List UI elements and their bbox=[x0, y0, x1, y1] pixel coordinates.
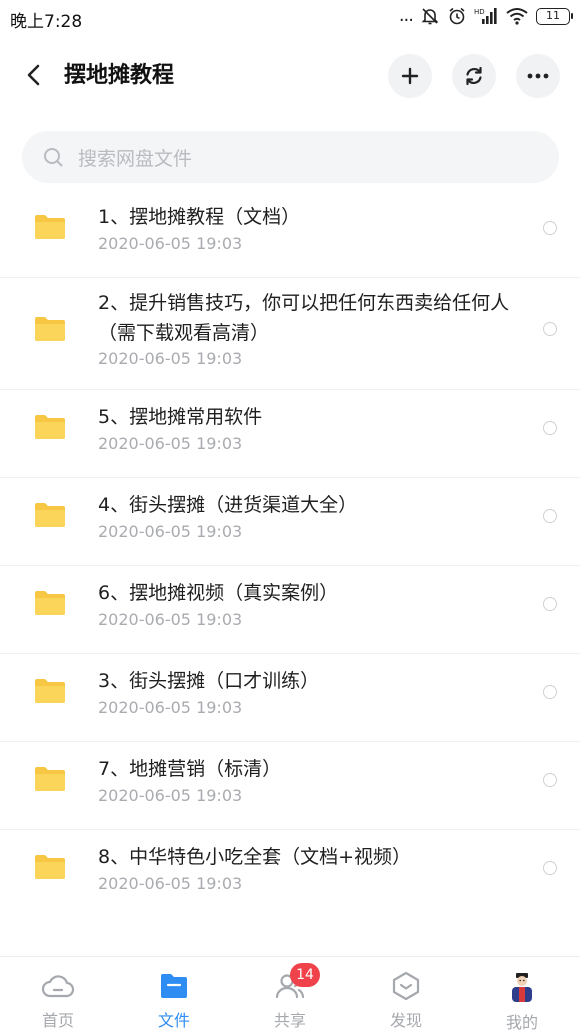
file-list: 1、摆地摊教程（文档） 2020-06-05 19:03 2、提升销售技巧，你可… bbox=[0, 190, 580, 918]
file-name: 4、街头摆摊（进货渠道大全） bbox=[98, 494, 358, 516]
file-name: 8、中华特色小吃全套（文档+视频） bbox=[98, 846, 412, 868]
file-name: 1、摆地摊教程（文档） bbox=[98, 206, 301, 228]
discover-icon bbox=[389, 971, 423, 1001]
select-radio[interactable] bbox=[543, 597, 557, 611]
folder-icon bbox=[35, 503, 65, 527]
signal-icon: HD bbox=[474, 8, 497, 24]
list-item[interactable]: 7、地摊营销（标清） 2020-06-05 19:03 bbox=[0, 742, 580, 830]
select-radio[interactable] bbox=[543, 773, 557, 787]
file-name: 5、摆地摊常用软件 bbox=[98, 406, 263, 428]
select-radio[interactable] bbox=[543, 421, 557, 435]
file-date: 2020-06-05 19:03 bbox=[98, 610, 243, 629]
list-item[interactable]: 6、摆地摊视频（真实案例） 2020-06-05 19:03 bbox=[0, 566, 580, 654]
file-name: 3、街头摆摊（口才训练） bbox=[98, 670, 320, 692]
folder-icon bbox=[35, 591, 65, 615]
tab-mine[interactable]: 我的 bbox=[464, 957, 580, 1031]
page-title: 摆地摊教程 bbox=[64, 63, 175, 88]
more-dots-icon: ... bbox=[398, 5, 414, 26]
list-item[interactable]: 2、提升销售技巧，你可以把任何东西卖给任何人（需下载观看高清） 2020-06-… bbox=[0, 278, 580, 390]
tab-label: 文件 bbox=[157, 1011, 190, 1030]
folder-icon bbox=[35, 215, 65, 239]
add-button[interactable] bbox=[388, 54, 432, 98]
plus-icon bbox=[401, 67, 419, 85]
list-item[interactable]: 3、街头摆摊（口才训练） 2020-06-05 19:03 bbox=[0, 654, 580, 742]
more-icon bbox=[527, 73, 549, 79]
back-arrow-icon bbox=[27, 64, 40, 86]
list-item[interactable]: 4、街头摆摊（进货渠道大全） 2020-06-05 19:03 bbox=[0, 478, 580, 566]
svg-text:HD: HD bbox=[474, 8, 485, 16]
folder-icon bbox=[35, 317, 65, 341]
file-date: 2020-06-05 19:03 bbox=[98, 522, 243, 541]
status-time: 晚上7:28 bbox=[10, 12, 83, 32]
status-bar: 晚上7:28 ... HD 11 bbox=[0, 0, 580, 40]
folder-icon bbox=[35, 767, 65, 791]
avatar bbox=[505, 971, 539, 1003]
alarm-icon bbox=[449, 7, 465, 25]
file-name: 2、提升销售技巧，你可以把任何东西卖给任何人（需下载观看高清） bbox=[98, 292, 510, 344]
search-bar[interactable]: 搜索网盘文件 bbox=[22, 131, 559, 183]
refresh-button[interactable] bbox=[452, 54, 496, 98]
tab-discover[interactable]: 发现 bbox=[348, 957, 464, 1031]
refresh-icon bbox=[466, 66, 482, 86]
tab-label: 共享 bbox=[273, 1011, 306, 1030]
select-radio[interactable] bbox=[543, 322, 557, 336]
select-radio[interactable] bbox=[543, 685, 557, 699]
battery-icon: 11 bbox=[536, 7, 573, 25]
folder-icon bbox=[35, 855, 65, 879]
mute-icon bbox=[421, 8, 439, 25]
back-button[interactable] bbox=[20, 60, 50, 90]
file-name: 6、摆地摊视频（真实案例） bbox=[98, 582, 339, 604]
folder-icon bbox=[157, 971, 191, 1001]
status-icons: ... HD 11 bbox=[398, 5, 573, 26]
folder-icon bbox=[35, 415, 65, 439]
list-item[interactable]: 5、摆地摊常用软件 2020-06-05 19:03 bbox=[0, 390, 580, 478]
wifi-icon bbox=[506, 8, 528, 25]
header: 摆地摊教程 bbox=[0, 40, 580, 112]
tab-home[interactable]: 首页 bbox=[0, 957, 116, 1031]
tab-label: 首页 bbox=[41, 1011, 74, 1030]
file-date: 2020-06-05 19:03 bbox=[98, 874, 243, 893]
search-input[interactable]: 搜索网盘文件 bbox=[78, 144, 192, 171]
file-name: 7、地摊营销（标清） bbox=[98, 758, 282, 780]
notification-badge: 14 bbox=[290, 963, 320, 987]
file-date: 2020-06-05 19:03 bbox=[98, 434, 243, 453]
file-date: 2020-06-05 19:03 bbox=[98, 786, 243, 805]
list-item[interactable]: 1、摆地摊教程（文档） 2020-06-05 19:03 bbox=[0, 190, 580, 278]
list-item[interactable]: 8、中华特色小吃全套（文档+视频） 2020-06-05 19:03 bbox=[0, 830, 580, 918]
select-radio[interactable] bbox=[543, 861, 557, 875]
search-icon bbox=[44, 148, 63, 167]
more-button[interactable] bbox=[516, 54, 560, 98]
select-radio[interactable] bbox=[543, 221, 557, 235]
file-date: 2020-06-05 19:03 bbox=[98, 234, 243, 253]
tab-files[interactable]: 文件 bbox=[116, 957, 232, 1031]
file-date: 2020-06-05 19:03 bbox=[98, 698, 243, 717]
select-radio[interactable] bbox=[543, 509, 557, 523]
tab-label: 发现 bbox=[389, 1011, 422, 1030]
tab-bar: 首页 文件 共享 14 发现 我的 bbox=[0, 956, 580, 1031]
tab-share[interactable]: 共享 14 bbox=[232, 957, 348, 1031]
cloud-icon bbox=[41, 971, 75, 1001]
tab-label: 我的 bbox=[505, 1013, 538, 1031]
folder-icon bbox=[35, 679, 65, 703]
file-date: 2020-06-05 19:03 bbox=[98, 349, 243, 368]
